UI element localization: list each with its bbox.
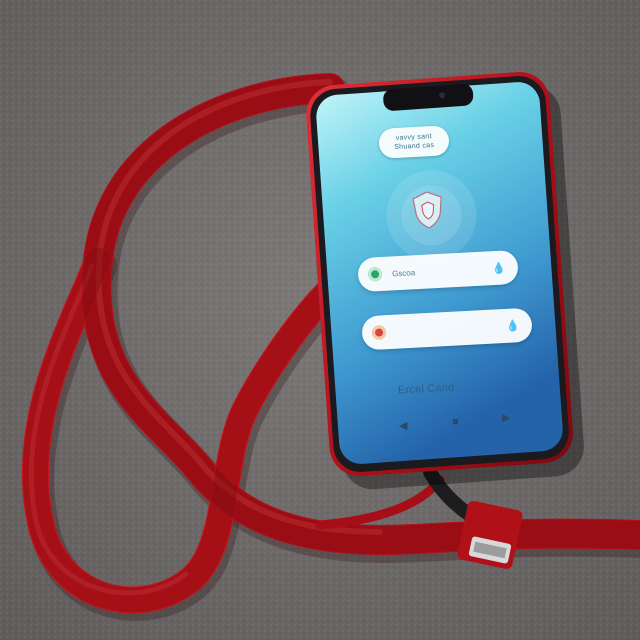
nav-recents-button[interactable]: ▶ <box>502 412 510 424</box>
nav-home-button[interactable]: ■ <box>452 416 459 428</box>
bar-2-label <box>396 326 506 332</box>
pill-line-2: Shuand cas <box>394 141 435 152</box>
screen-top-pill[interactable]: vavvy sant Shuand cas <box>378 125 450 159</box>
photo-scene <box>0 0 640 640</box>
droplet-icon: 💧 <box>505 319 521 333</box>
droplet-icon: 💧 <box>491 261 507 275</box>
green-dot-icon <box>367 266 383 282</box>
bar-1-label: Gscoa <box>391 267 416 278</box>
nav-back-button[interactable]: ◀ <box>399 420 407 432</box>
red-dot-icon <box>371 325 387 340</box>
